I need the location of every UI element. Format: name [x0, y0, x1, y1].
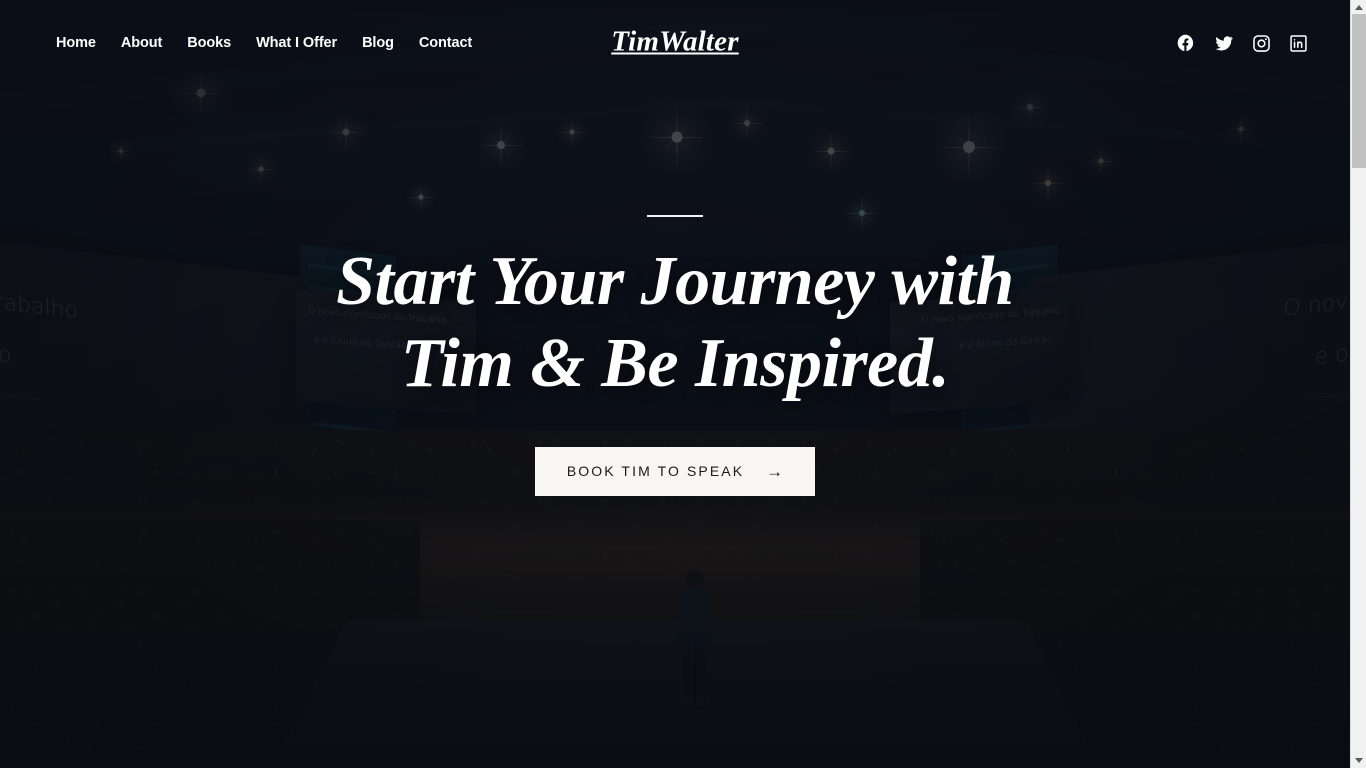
nav-item-blog[interactable]: Blog [362, 35, 394, 51]
site-header: Home About Books What I Offer Blog Contact Ti… [0, 0, 1350, 86]
browser-viewport: significado do Trabalho futuro da Gestão… [0, 0, 1366, 768]
linkedin-icon[interactable] [1289, 34, 1308, 53]
headline-line-2: Tim & Be Inspired. [400, 324, 950, 402]
nav-item-contact[interactable]: Contact [419, 35, 472, 51]
page-title: Start Your Journey with Tim & Be Inspire… [336, 241, 1014, 405]
main-navigation: Home About Books What I Offer Blog Contact [56, 35, 472, 51]
hero-content: Start Your Journey with Tim & Be Inspire… [0, 0, 1350, 768]
nav-item-about[interactable]: About [121, 35, 162, 51]
scroll-down-arrow[interactable] [1351, 752, 1366, 768]
instagram-icon[interactable] [1252, 34, 1271, 53]
vertical-scrollbar[interactable] [1350, 0, 1366, 768]
social-links [1176, 33, 1308, 53]
site-logo[interactable]: TimWalter [611, 26, 738, 59]
hero-divider [647, 215, 703, 217]
page-content: significado do Trabalho futuro da Gestão… [0, 0, 1350, 768]
cta-label: BOOK TIM TO SPEAK [566, 463, 745, 480]
nav-item-what-i-offer[interactable]: What I Offer [256, 35, 337, 51]
arrow-right-icon: → [766, 461, 784, 481]
scrollbar-thumb[interactable] [1352, 14, 1366, 168]
nav-item-home[interactable]: Home [56, 35, 96, 51]
book-tim-to-speak-button[interactable]: BOOK TIM TO SPEAK → [534, 446, 816, 496]
twitter-icon[interactable] [1214, 33, 1234, 53]
nav-item-books[interactable]: Books [187, 35, 231, 51]
facebook-icon[interactable] [1176, 33, 1196, 53]
headline-line-1: Start Your Journey with [336, 243, 1014, 320]
